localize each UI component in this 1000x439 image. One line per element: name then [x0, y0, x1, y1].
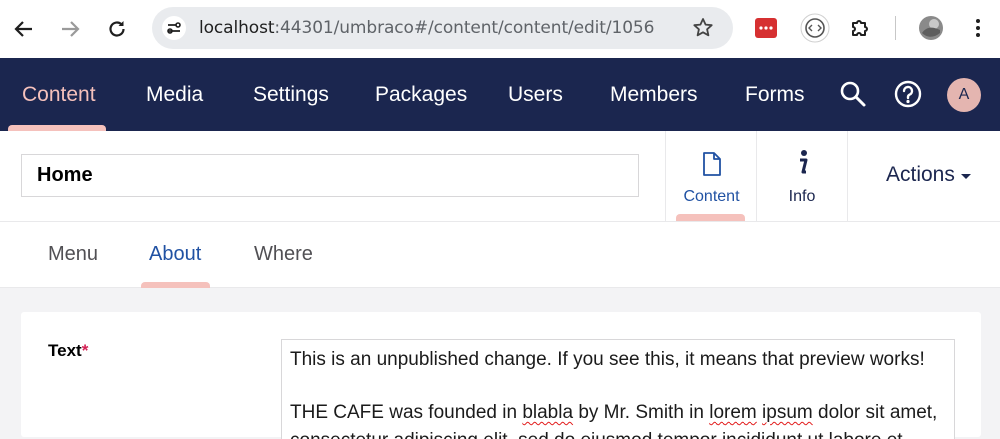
text-editor[interactable]: This is an unpublished change. If you se…: [281, 339, 955, 439]
bookmark-star-icon[interactable]: [691, 16, 715, 40]
arrow-left-icon: [14, 21, 32, 37]
nav-item-content[interactable]: Content: [22, 58, 96, 131]
reload-button[interactable]: [99, 11, 135, 47]
toolbar-divider: [895, 16, 896, 40]
caret-down-icon: [960, 174, 971, 179]
content-app-label: Content: [683, 188, 740, 205]
nav-item-forms[interactable]: Forms: [745, 58, 805, 131]
help-icon[interactable]: [893, 79, 923, 109]
browser-toolbar: localhost:44301/umbraco#/content/content…: [0, 0, 1000, 58]
url-host: localhost: [199, 18, 275, 38]
paragraph-2: THE CAFE was founded in blabla by Mr. Sm…: [290, 402, 938, 423]
nav-item-settings[interactable]: Settings: [253, 58, 329, 131]
editor-header: Home Content Info: [0, 131, 1000, 222]
reload-icon: [109, 21, 125, 37]
misspelled-word: lorem: [709, 402, 757, 423]
paragraph-2-cont: consectetur adipiscing elit, sed do eius…: [290, 427, 946, 439]
active-app-indicator: [676, 214, 745, 221]
info-icon: [794, 149, 810, 182]
back-button[interactable]: [6, 11, 42, 47]
info-app-tab[interactable]: Info: [756, 131, 848, 221]
document-icon: [701, 151, 723, 182]
content-tabs: Menu About Where: [0, 222, 1000, 288]
actions-label: Actions: [886, 163, 955, 186]
content-app-tab[interactable]: Content: [665, 131, 757, 221]
active-tab-indicator: [141, 282, 210, 288]
site-info-icon[interactable]: [162, 16, 186, 40]
search-icon[interactable]: [838, 79, 868, 109]
tab-about[interactable]: About: [149, 243, 201, 266]
extension-red-icon[interactable]: [754, 16, 778, 45]
info-app-label: Info: [788, 188, 816, 205]
profile-avatar[interactable]: [918, 15, 944, 46]
misspelled-word: blabla: [522, 402, 574, 423]
nav-item-members[interactable]: Members: [610, 58, 698, 131]
nav-item-media[interactable]: Media: [146, 58, 203, 131]
tab-menu[interactable]: Menu: [48, 243, 98, 266]
actions-button[interactable]: Actions: [886, 163, 971, 187]
forward-button[interactable]: [52, 11, 88, 47]
extension-code-icon[interactable]: [799, 12, 831, 49]
misspelled-word: ipsum: [762, 402, 813, 423]
extensions-puzzle-icon[interactable]: [849, 16, 873, 45]
property-label-text: Text: [48, 341, 82, 360]
address-bar[interactable]: localhost:44301/umbraco#/content/content…: [152, 7, 733, 49]
url-text: localhost:44301/umbraco#/content/content…: [199, 18, 654, 38]
nav-item-users[interactable]: Users: [508, 58, 563, 131]
nav-item-packages[interactable]: Packages: [375, 58, 467, 131]
browser-menu-icon[interactable]: [970, 16, 986, 45]
required-marker: *: [81, 341, 89, 360]
tab-where[interactable]: Where: [254, 243, 313, 266]
property-label: Text*: [48, 341, 88, 361]
node-name-input[interactable]: Home: [21, 154, 639, 197]
user-avatar[interactable]: A: [947, 78, 981, 112]
arrow-right-icon: [62, 21, 80, 37]
url-path: :44301/umbraco#/content/content/edit/105…: [274, 18, 655, 38]
paragraph-1: This is an unpublished change. If you se…: [290, 349, 925, 370]
